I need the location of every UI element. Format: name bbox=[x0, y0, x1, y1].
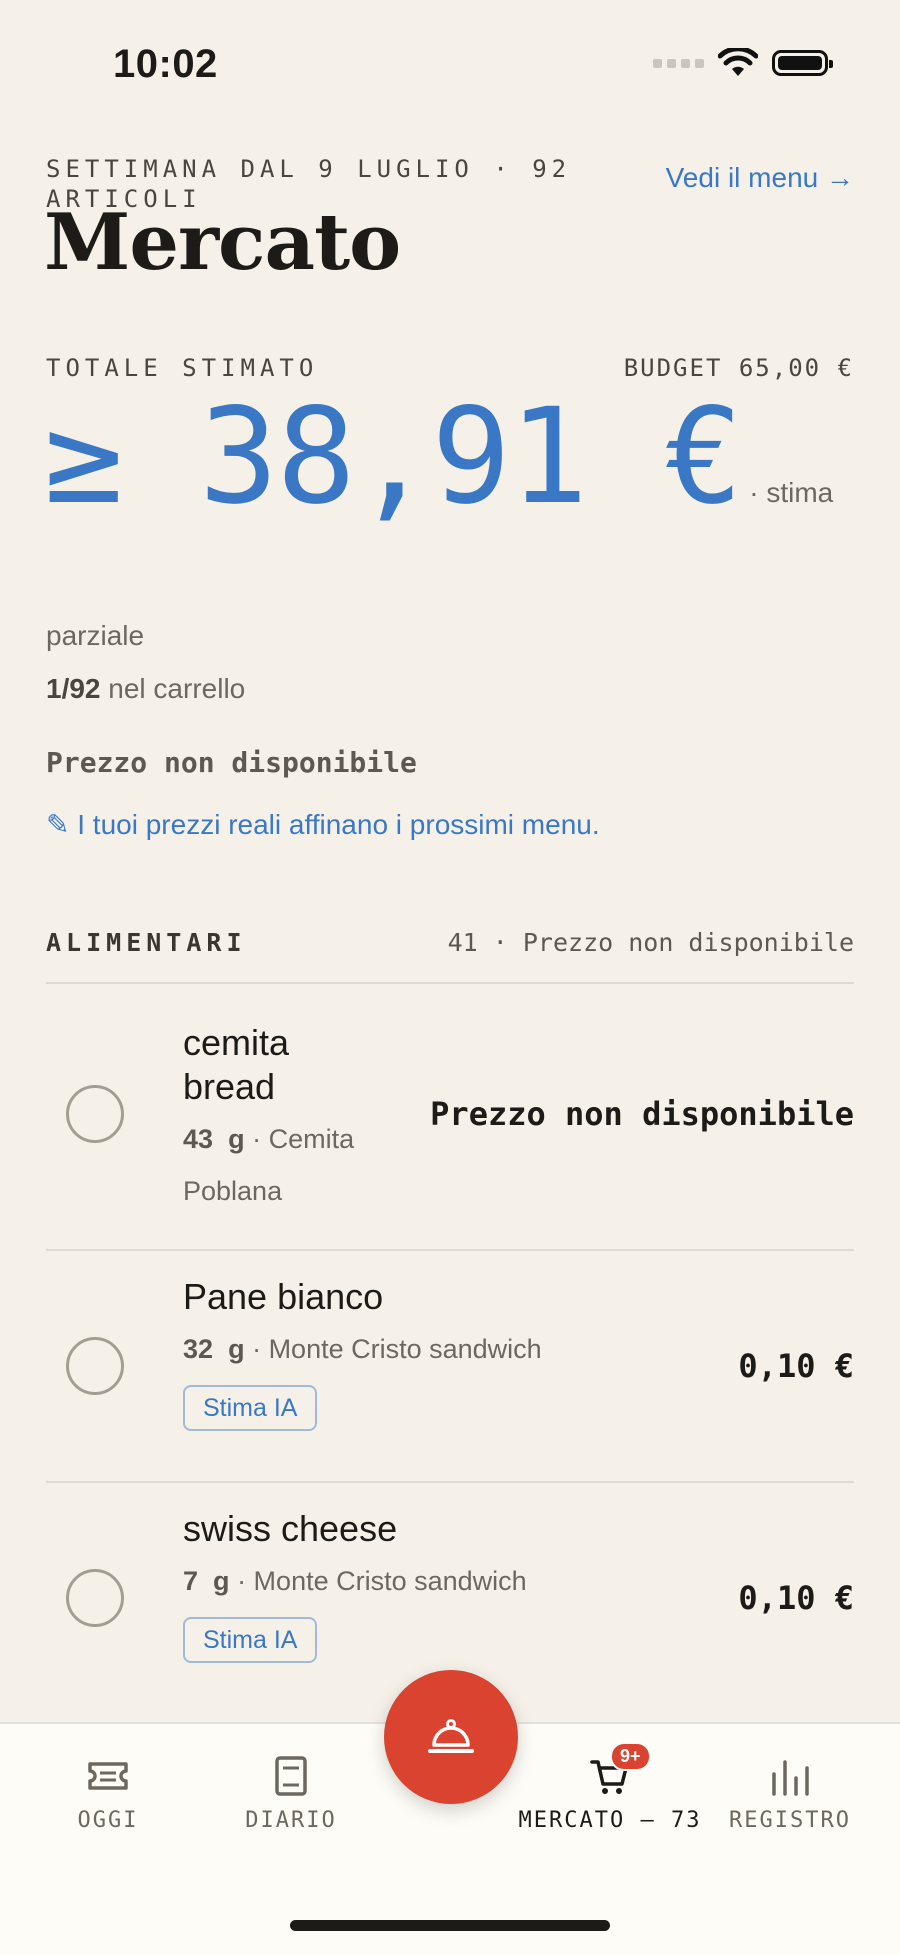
item-meta: 7 g · Monte Cristo sandwich bbox=[183, 1555, 527, 1607]
total-row: ≥ 38,91 € · stima bbox=[44, 380, 834, 534]
item-name-line: cemita bbox=[183, 1022, 290, 1063]
cart-badge: 9+ bbox=[610, 1742, 651, 1771]
section-count: 41 · Prezzo non disponibile bbox=[447, 928, 854, 957]
list-item[interactable]: Pane bianco 32 g · Monte Cristo sandwich… bbox=[46, 1251, 854, 1483]
item-meta: 43 g · Cemita Poblana bbox=[183, 1113, 354, 1217]
page-title: Mercato bbox=[44, 197, 401, 288]
cloche-action-button[interactable] bbox=[384, 1670, 518, 1804]
item-name-line: bread bbox=[183, 1066, 276, 1107]
total-amount: ≥ 38,91 € bbox=[44, 380, 743, 534]
tab-label: DIARIO bbox=[245, 1808, 337, 1833]
tab-label: REGISTRO bbox=[729, 1808, 851, 1833]
item-quantity: 32 bbox=[183, 1334, 214, 1364]
ticket-icon bbox=[88, 1762, 128, 1790]
list-item[interactable]: cemita bread 43 g · Cemita Poblana Prezz… bbox=[46, 985, 854, 1251]
refine-prices-link[interactable]: ✎ I tuoi prezzi reali affinano i prossim… bbox=[46, 808, 600, 841]
item-price: 0,10 € bbox=[738, 1579, 854, 1617]
item-recipe: · Monte Cristo sandwich bbox=[252, 1334, 542, 1364]
tab-label: MERCATO — 73 bbox=[518, 1808, 702, 1833]
item-meta: 32 g · Monte Cristo sandwich bbox=[183, 1323, 542, 1375]
tab-mercato[interactable]: MERCATO — 73 bbox=[515, 1754, 705, 1833]
view-menu-link[interactable]: Vedi il menu → bbox=[666, 162, 854, 194]
tab-oggi[interactable]: OGGI bbox=[58, 1754, 158, 1833]
item-price: 0,10 € bbox=[738, 1347, 854, 1385]
cart-count-value: 1/92 bbox=[46, 673, 101, 704]
item-unit: g bbox=[228, 1334, 245, 1364]
item-checkbox[interactable] bbox=[66, 1085, 124, 1143]
tab-registro[interactable]: REGISTRO bbox=[728, 1754, 852, 1833]
wifi-icon bbox=[718, 48, 758, 76]
price-unavailable-note: Prezzo non disponibile bbox=[46, 746, 417, 779]
item-recipe: Poblana bbox=[183, 1176, 283, 1206]
section-name: ALIMENTARI bbox=[46, 928, 247, 957]
bar-chart-icon bbox=[772, 1760, 809, 1796]
book-icon bbox=[275, 1756, 307, 1796]
item-recipe: · Monte Cristo sandwich bbox=[237, 1566, 527, 1596]
item-name: swiss cheese bbox=[183, 1508, 398, 1549]
battery-icon bbox=[772, 50, 833, 76]
item-name: cemita bread bbox=[183, 1021, 289, 1109]
tab-label: OGGI bbox=[77, 1808, 139, 1833]
status-time: 10:02 bbox=[113, 42, 218, 86]
section-header: ALIMENTARI 41 · Prezzo non disponibile bbox=[46, 928, 854, 984]
ai-estimate-badge: Stima IA bbox=[183, 1617, 318, 1663]
grocery-list[interactable]: cemita bread 43 g · Cemita Poblana Prezz… bbox=[0, 985, 900, 1670]
cart-count-text: nel carrello bbox=[108, 673, 246, 704]
list-item[interactable]: swiss cheese 7 g · Monte Cristo sandwich… bbox=[46, 1483, 854, 1670]
item-unit: g bbox=[228, 1124, 245, 1154]
item-recipe: · Cemita bbox=[252, 1124, 355, 1154]
item-checkbox[interactable] bbox=[66, 1337, 124, 1395]
cellular-signal-icon bbox=[653, 58, 704, 68]
item-price: Prezzo non disponibile bbox=[430, 1095, 854, 1133]
partial-label: parziale bbox=[46, 620, 145, 651]
item-quantity: 7 bbox=[183, 1566, 199, 1596]
item-checkbox[interactable] bbox=[66, 1569, 124, 1627]
tab-diario[interactable]: DIARIO bbox=[236, 1754, 346, 1833]
item-name: Pane bianco bbox=[183, 1276, 384, 1317]
total-note: · stima bbox=[749, 477, 834, 508]
cart-count: 1/92 nel carrello bbox=[46, 673, 245, 705]
total-label: TOTALE STIMATO bbox=[46, 354, 319, 382]
home-indicator[interactable] bbox=[290, 1920, 610, 1931]
item-quantity: 43 bbox=[183, 1124, 214, 1154]
budget-label: BUDGET 65,00 € bbox=[623, 354, 854, 382]
cloche-icon bbox=[428, 1719, 474, 1753]
ai-estimate-badge: Stima IA bbox=[183, 1385, 318, 1431]
item-unit: g bbox=[213, 1566, 230, 1596]
status-icons bbox=[653, 48, 833, 78]
